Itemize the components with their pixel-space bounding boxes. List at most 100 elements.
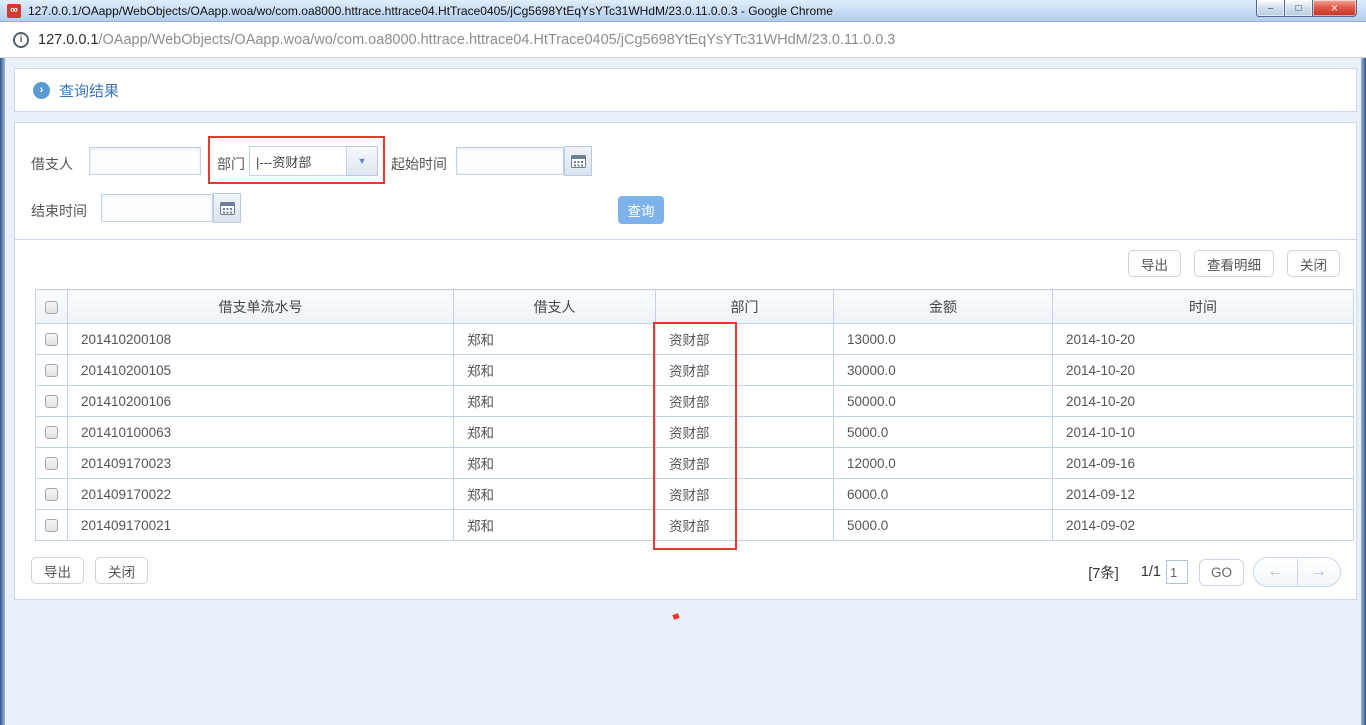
main-panel: 借支人 部门 |---资财部 ▼ 起始时间 结束时间 xyxy=(14,122,1357,600)
page-title: 查询结果 xyxy=(59,80,119,101)
cell-date: 2014-10-20 xyxy=(1053,355,1354,386)
cell-serial: 201410200108 xyxy=(68,324,454,355)
table-header: 借支单流水号 借支人 部门 金额 时间 xyxy=(36,290,1354,324)
pagination: [7条] 1/1 GO ← → xyxy=(1088,557,1341,587)
cell-date: 2014-09-12 xyxy=(1053,479,1354,510)
query-button[interactable]: 查询 xyxy=(618,196,664,224)
next-page-button[interactable]: → xyxy=(1298,558,1341,586)
dropdown-arrow-button[interactable]: ▼ xyxy=(347,146,378,176)
cell-serial: 201410200105 xyxy=(68,355,454,386)
previous-page-button[interactable]: ← xyxy=(1254,558,1298,586)
export-button-top[interactable]: 导出 xyxy=(1128,250,1181,277)
result-header-panel: › 查询结果 xyxy=(14,68,1357,112)
checkbox-cell xyxy=(36,448,68,479)
cell-serial: 201410100063 xyxy=(68,417,454,448)
borrower-input[interactable] xyxy=(89,147,201,175)
page-indicator: 1/1 xyxy=(1141,564,1161,580)
cell-date: 2014-09-02 xyxy=(1053,510,1354,541)
checkbox-cell xyxy=(36,324,68,355)
table-row: 201409170022郑和资财部6000.02014-09-12 xyxy=(36,479,1354,510)
favicon-icon: ∞ xyxy=(7,4,21,18)
table-row: 201410200108郑和资财部13000.02014-10-20 xyxy=(36,324,1354,355)
table-row: 201410200106郑和资财部50000.02014-10-20 xyxy=(36,386,1354,417)
cell-borrower: 郑和 xyxy=(454,448,656,479)
column-header-borrower[interactable]: 借支人 xyxy=(454,290,656,324)
calendar-icon xyxy=(571,154,586,168)
window-titlebar[interactable]: ∞ 127.0.0.1/OAapp/WebObjects/OAapp.woa/w… xyxy=(0,0,1366,22)
borrower-label: 借支人 xyxy=(31,154,73,174)
close-icon: × xyxy=(1331,1,1338,15)
cell-department: 资财部 xyxy=(656,448,834,479)
results-table-body: 201410200108郑和资财部13000.02014-10-20201410… xyxy=(36,324,1354,541)
row-checkbox[interactable] xyxy=(45,519,58,532)
results-table: 借支单流水号 借支人 部门 金额 时间 201410200108郑和资财部130… xyxy=(35,289,1354,541)
department-value: |---资财部 xyxy=(249,146,347,176)
page-number-input[interactable] xyxy=(1166,560,1188,584)
row-checkbox[interactable] xyxy=(45,457,58,470)
window-frame-right xyxy=(1361,58,1366,725)
maximize-button[interactable]: □ xyxy=(1285,0,1312,17)
cell-department: 资财部 xyxy=(656,324,834,355)
row-checkbox[interactable] xyxy=(45,426,58,439)
end-date-calendar-button[interactable] xyxy=(213,193,241,223)
row-checkbox[interactable] xyxy=(45,488,58,501)
row-checkbox[interactable] xyxy=(45,364,58,377)
export-button-bottom[interactable]: 导出 xyxy=(31,557,84,584)
record-count: [7条] xyxy=(1088,562,1119,583)
cell-date: 2014-10-20 xyxy=(1053,324,1354,355)
select-all-cell xyxy=(36,290,68,324)
cell-borrower: 郑和 xyxy=(454,324,656,355)
cell-amount: 12000.0 xyxy=(834,448,1053,479)
url-text[interactable]: 127.0.0.1/OAapp/WebObjects/OAapp.woa/wo/… xyxy=(38,32,895,48)
cell-amount: 50000.0 xyxy=(834,386,1053,417)
column-header-date[interactable]: 时间 xyxy=(1053,290,1354,324)
calendar-icon xyxy=(220,201,235,215)
form-table-divider xyxy=(15,239,1356,240)
cell-borrower: 郑和 xyxy=(454,510,656,541)
column-header-serial[interactable]: 借支单流水号 xyxy=(68,290,454,324)
maximize-icon: □ xyxy=(1295,3,1301,14)
row-checkbox[interactable] xyxy=(45,395,58,408)
view-detail-button[interactable]: 查看明细 xyxy=(1194,250,1274,277)
column-header-department[interactable]: 部门 xyxy=(656,290,834,324)
select-all-checkbox[interactable] xyxy=(45,301,58,314)
row-checkbox[interactable] xyxy=(45,333,58,346)
page-background: › 查询结果 借支人 部门 |---资财部 ▼ 起始时间 结束时间 xyxy=(0,58,1366,725)
start-time-input[interactable] xyxy=(456,147,564,175)
close-window-button[interactable]: × xyxy=(1312,0,1357,17)
cell-department: 资财部 xyxy=(656,355,834,386)
cell-department: 资财部 xyxy=(656,417,834,448)
cell-amount: 5000.0 xyxy=(834,510,1053,541)
arrow-left-icon: ← xyxy=(1267,563,1283,581)
department-select[interactable]: |---资财部 ▼ xyxy=(249,146,378,176)
cell-borrower: 郑和 xyxy=(454,355,656,386)
go-button[interactable]: GO xyxy=(1199,559,1244,586)
cell-serial: 201409170023 xyxy=(68,448,454,479)
checkbox-cell xyxy=(36,510,68,541)
cell-amount: 5000.0 xyxy=(834,417,1053,448)
window-frame-left xyxy=(0,58,5,725)
cell-serial: 201409170021 xyxy=(68,510,454,541)
minimize-icon: – xyxy=(1268,3,1274,14)
checkbox-cell xyxy=(36,355,68,386)
url-path: /OAapp/WebObjects/OAapp.woa/wo/com.oa800… xyxy=(98,32,895,48)
end-time-input[interactable] xyxy=(101,194,213,222)
minimize-button[interactable]: – xyxy=(1256,0,1285,17)
arrow-circle-icon: › xyxy=(33,82,50,99)
column-header-amount[interactable]: 金额 xyxy=(834,290,1053,324)
cell-department: 资财部 xyxy=(656,479,834,510)
start-time-label: 起始时间 xyxy=(391,154,447,174)
start-date-calendar-button[interactable] xyxy=(564,146,592,176)
cell-borrower: 郑和 xyxy=(454,386,656,417)
close-button-top[interactable]: 关闭 xyxy=(1287,250,1340,277)
window-title: 127.0.0.1/OAapp/WebObjects/OAapp.woa/wo/… xyxy=(28,4,833,18)
page-info-icon[interactable]: i xyxy=(13,32,29,48)
end-time-label: 结束时间 xyxy=(31,201,87,221)
table-row: 201409170023郑和资财部12000.02014-09-16 xyxy=(36,448,1354,479)
checkbox-cell xyxy=(36,417,68,448)
cell-amount: 13000.0 xyxy=(834,324,1053,355)
address-bar[interactable]: i 127.0.0.1/OAapp/WebObjects/OAapp.woa/w… xyxy=(0,22,1366,58)
close-button-bottom[interactable]: 关闭 xyxy=(95,557,148,584)
cell-serial: 201410200106 xyxy=(68,386,454,417)
checkbox-cell xyxy=(36,479,68,510)
